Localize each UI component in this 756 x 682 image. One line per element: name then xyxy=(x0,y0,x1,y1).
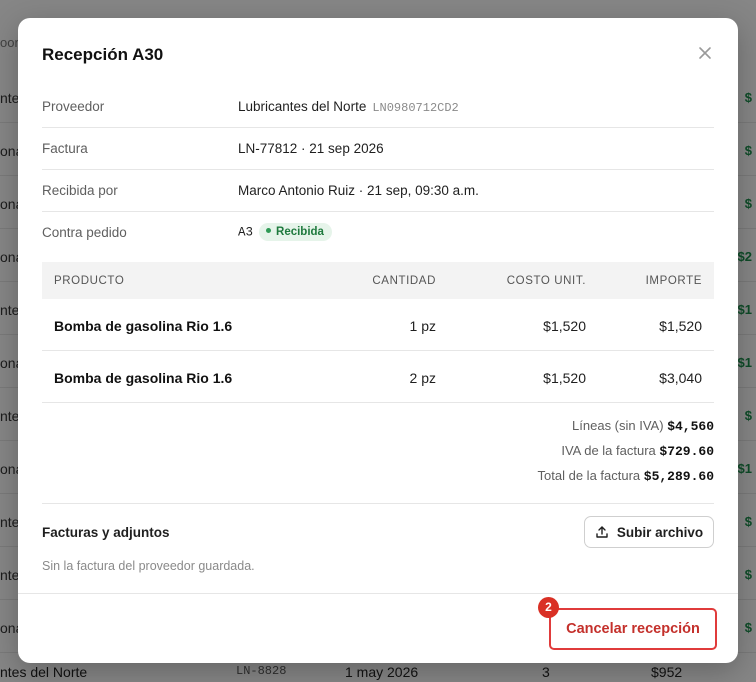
invoice-value: LN-77812 · 21 sep 2026 xyxy=(238,141,384,156)
status-badge: Recibida xyxy=(259,223,332,241)
invoice-total: Total de la factura $5,289.60 xyxy=(314,468,714,493)
close-icon[interactable] xyxy=(696,44,714,62)
row-unit-cost: $1,520 xyxy=(543,318,586,334)
header-amount: IMPORTE xyxy=(645,275,702,287)
row-amount: $1,520 xyxy=(659,318,702,334)
info-row-supplier: Proveedor Lubricantes del Norte LN0980712… xyxy=(42,86,714,128)
received-value: Marco Antonio Ruiz · 21 sep, 09:30 a.m. xyxy=(238,183,479,198)
supplier-code: LN0980712CD2 xyxy=(372,101,459,115)
lines-subtotal-value: $4,560 xyxy=(667,419,714,434)
modal-title: Recepción A30 xyxy=(42,45,164,64)
row-product: Bomba de gasolina Rio 1.6 xyxy=(54,318,233,334)
table-row: Bomba de gasolina Rio 1.6 2 pz $1,520 $3… xyxy=(42,351,714,403)
row-unit-cost: $1,520 xyxy=(543,370,586,386)
footer-divider xyxy=(18,593,738,594)
reception-info: Proveedor Lubricantes del Norte LN0980712… xyxy=(42,86,714,254)
products-table: PRODUCTO CANTIDAD COSTO UNIT. IMPORTE Bo… xyxy=(42,262,714,403)
lines-subtotal: Líneas (sin IVA) $4,560 xyxy=(314,418,714,443)
invoice-label: Factura xyxy=(42,141,88,156)
status-badge-label: Recibida xyxy=(276,226,324,238)
iva-label: IVA de la factura xyxy=(561,443,656,458)
row-quantity: 2 pz xyxy=(409,370,436,386)
row-amount: $3,040 xyxy=(659,370,702,386)
status-dot-icon xyxy=(266,228,272,234)
attachments-title: Facturas y adjuntos xyxy=(42,525,170,540)
cancel-reception-button[interactable]: Cancelar recepción xyxy=(549,608,717,650)
upload-file-button[interactable]: Subir archivo xyxy=(584,516,714,548)
table-header: PRODUCTO CANTIDAD COSTO UNIT. IMPORTE xyxy=(42,262,714,299)
totals-summary: Líneas (sin IVA) $4,560 IVA de la factur… xyxy=(314,418,714,493)
supplier-value: Lubricantes del Norte LN0980712CD2 xyxy=(238,99,459,115)
order-value: A3 Recibida xyxy=(238,223,332,241)
supplier-name: Lubricantes del Norte xyxy=(238,99,367,114)
upload-icon xyxy=(596,526,608,538)
header-unit-cost: COSTO UNIT. xyxy=(506,275,586,287)
attachments-empty-text: Sin la factura del proveedor guardada. xyxy=(42,559,255,573)
row-product: Bomba de gasolina Rio 1.6 xyxy=(54,370,233,386)
info-row-received: Recibida por Marco Antonio Ruiz · 21 sep… xyxy=(42,170,714,212)
order-label: Contra pedido xyxy=(42,225,127,240)
header-product: PRODUCTO xyxy=(54,275,125,287)
received-label: Recibida por xyxy=(42,183,118,198)
row-quantity: 1 pz xyxy=(409,318,436,334)
invoice-total-label: Total de la factura xyxy=(537,468,641,483)
info-row-invoice: Factura LN-77812 · 21 sep 2026 xyxy=(42,128,714,170)
lines-subtotal-label: Líneas (sin IVA) xyxy=(572,418,664,433)
table-row: Bomba de gasolina Rio 1.6 1 pz $1,520 $1… xyxy=(42,299,714,351)
section-divider xyxy=(42,503,714,504)
invoice-total-value: $5,289.60 xyxy=(643,469,714,484)
step-number-badge: 2 xyxy=(538,597,559,618)
iva-total: IVA de la factura $729.60 xyxy=(314,443,714,468)
upload-file-label: Subir archivo xyxy=(616,524,704,540)
order-link[interactable]: A3 xyxy=(238,226,253,240)
info-row-order: Contra pedido A3 Recibida xyxy=(42,212,714,254)
supplier-label: Proveedor xyxy=(42,99,105,114)
reception-modal: Recepción A30 Proveedor Lubricantes del … xyxy=(18,18,738,663)
header-quantity: CANTIDAD xyxy=(372,275,436,287)
iva-value: $729.60 xyxy=(659,444,714,459)
